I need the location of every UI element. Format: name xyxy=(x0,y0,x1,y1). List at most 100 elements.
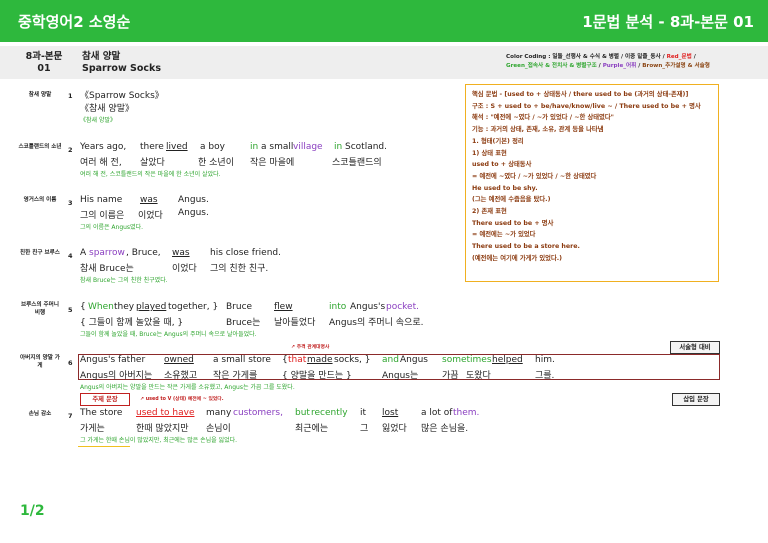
vocab: them. xyxy=(453,408,480,418)
conjunction: and xyxy=(382,355,399,365)
row-number: 2 xyxy=(68,146,73,154)
row-number: 3 xyxy=(68,199,73,207)
row-number: 6 xyxy=(68,359,73,367)
grammar-line: There used to be a store here. xyxy=(472,243,580,251)
used-to-note: ↗ used to V (상태) 예전에 ~ 있었다. xyxy=(140,397,224,402)
chunk: socks, } xyxy=(334,355,371,365)
grammar-line: 해석 : "예전에 ~였다 / ~가 있었다 / ~한 상태였다" xyxy=(472,114,614,122)
chunk: a small store xyxy=(213,355,271,365)
lesson-title-ko: 참새 양말 xyxy=(82,51,121,62)
essay-prep-tag: 서술형 대비 xyxy=(670,341,720,354)
chunk: 스코틀랜드의 xyxy=(332,158,382,168)
chunk: 그의 친한 친구. xyxy=(210,264,269,274)
chunk: 한때 많았지만 xyxy=(136,424,189,434)
preposition: in xyxy=(250,142,259,152)
chunk: together, } xyxy=(168,302,219,312)
preposition: in xyxy=(334,142,343,152)
chunk: a lot of xyxy=(421,408,453,418)
lesson-title: 참새 양말 Sparrow Socks xyxy=(82,51,161,75)
grammar-line: There used to be + 명사 xyxy=(472,219,554,227)
legend-text: Color Coding : 일돌_선행사 & 수식 & 병렬 / 이중 밑줄_… xyxy=(506,54,667,60)
chunk: him. xyxy=(535,355,555,365)
chunk: Angus. xyxy=(178,208,209,218)
chunk: 잃었다 xyxy=(382,424,407,434)
chunk: 이었다 xyxy=(138,211,163,221)
chunk: , Bruce, xyxy=(126,248,161,258)
chunk: { xyxy=(282,355,288,365)
translation: 참새 Bruce는 그의 친한 친구였다. xyxy=(80,277,168,284)
chunk: it xyxy=(360,408,367,418)
chunk: Years ago, xyxy=(80,142,127,152)
verb: owned xyxy=(164,355,194,365)
row-number: 1 xyxy=(68,92,73,100)
row-label: 손님 감소 xyxy=(28,411,52,417)
preposition: into xyxy=(329,302,347,312)
grammar-line: (그는 예전에 수줍음을 탔다.) xyxy=(472,196,551,204)
verb: flew xyxy=(274,302,293,312)
grammar-line: 핵심 문법 - [used to + 상태동사 / there used to … xyxy=(472,91,689,98)
lesson-title-en: Sparrow Socks xyxy=(82,63,162,74)
vocab: sparrow xyxy=(89,248,125,258)
relative-pronoun-note: ↗ 주격 관계대명사 xyxy=(291,345,330,350)
vocab: customers, xyxy=(233,408,283,418)
chunk: 날아들었다 xyxy=(274,318,316,328)
chunk: 최근에는 xyxy=(295,424,329,434)
vocab: pocket. xyxy=(386,302,419,312)
verb: lost xyxy=(382,408,399,418)
topic-sentence-tag: 주제 문장 xyxy=(80,393,130,406)
conjunction: When xyxy=(88,302,114,312)
legend-red: Red_문법 xyxy=(666,54,692,60)
translation: 그 가게는 한때 손님이 많았지만, 최근에는 많은 손님을 잃었다. xyxy=(80,437,238,444)
row-label: 스코틀랜드의 소년 xyxy=(18,144,62,150)
legend-text: / xyxy=(691,54,696,60)
grammar-line: = 예전에는 ~가 있었다 xyxy=(472,231,536,239)
grammar-point: used to have xyxy=(136,408,195,418)
lesson-code: 8과-본문 01 xyxy=(22,51,66,75)
course-title: 중학영어2 소영순 xyxy=(18,13,131,31)
page-indicator: 1/2 xyxy=(20,503,45,519)
korean-line: 《참새 양말》 xyxy=(80,104,134,114)
legend-purple: Purple_어휘 xyxy=(602,63,637,69)
translation: 그들이 함께 놀았을 때, Bruce는 Angus의 주머니 속으로 날아들었… xyxy=(80,331,257,338)
chunk: Bruce는 xyxy=(226,318,261,328)
chunk: 소유했고 xyxy=(164,371,198,381)
grammar-line: 2) 존재 표현 xyxy=(472,208,507,216)
chunk: 많은 손님을. xyxy=(421,424,469,434)
adverb: recently xyxy=(311,408,348,418)
grammar-line: 구조 : S + used to + be/have/know/live ~ /… xyxy=(472,102,701,110)
row-number: 4 xyxy=(68,252,73,260)
chunk: Bruce xyxy=(226,302,253,312)
chunk: Angus의 아버지는 xyxy=(80,371,153,381)
verb: played xyxy=(136,302,167,312)
verb: was xyxy=(172,248,190,258)
chunk: The store xyxy=(80,408,123,418)
lesson-code-line1: 8과-본문 xyxy=(25,51,63,62)
verb: made xyxy=(307,355,333,365)
translation: 《참새 양말》 xyxy=(80,117,116,124)
row-label: 친한 친구 브루스 xyxy=(20,250,60,256)
grammar-line: 기능 : 과거의 상태, 존재, 소유, 관계 등을 나타냄 xyxy=(472,126,604,134)
conjunction: but xyxy=(295,408,310,418)
grammar-line: 1) 상태 표현 xyxy=(472,149,507,157)
chunk: 참새 Bruce는 xyxy=(80,264,134,274)
grammar-line: used to + 상태동사 xyxy=(472,161,532,169)
grammar-line: (예전에는 여기에 가게가 있었다.) xyxy=(472,254,563,262)
relative-pronoun-text: 주격 관계대명사 xyxy=(296,345,330,350)
translation: 여러 해 전, 스코틀랜드의 작은 마을에 한 소년이 살았다. xyxy=(80,171,221,178)
chunk: Angus xyxy=(400,355,428,365)
chunk: 작은 마을에 xyxy=(250,158,295,168)
chunk: 이었다 xyxy=(172,264,197,274)
lesson-code-line2: 01 xyxy=(37,63,51,74)
chunk: 여러 해 전, xyxy=(80,158,122,168)
vocab: village xyxy=(293,142,323,152)
topic-underline xyxy=(78,446,130,447)
row-label: 브루스의 주머니 비행 xyxy=(21,302,59,316)
grammar-line: 1. 형태(기본) 정리 xyxy=(472,137,524,145)
row-label: 영거스의 이름 xyxy=(23,197,57,203)
chunk: 그의 이름은 xyxy=(80,211,125,221)
chunk: 도왔다 xyxy=(466,371,491,381)
chunk: they xyxy=(114,302,135,312)
chunk: { 양말을 만드는 } xyxy=(282,371,352,381)
chunk: { 그들이 함께 놀았을 때, } xyxy=(80,318,184,328)
row-number: 7 xyxy=(68,412,73,420)
